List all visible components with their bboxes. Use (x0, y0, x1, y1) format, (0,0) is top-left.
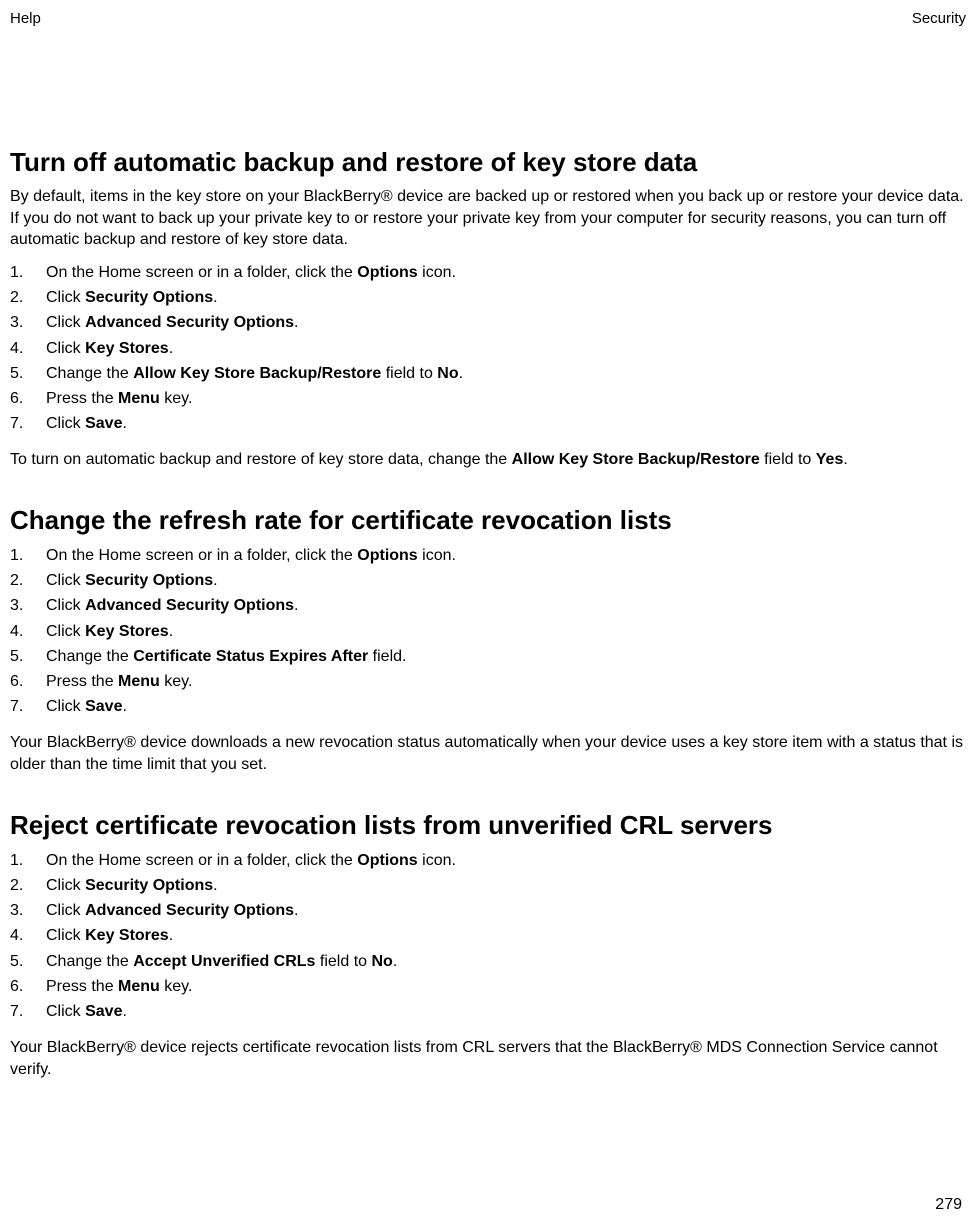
list-item: Click Advanced Security Options. (10, 594, 966, 617)
section-outro: Your BlackBerry® device downloads a new … (10, 732, 966, 775)
section-outro: Your BlackBerry® device rejects certific… (10, 1037, 966, 1080)
list-item: Click Key Stores. (10, 924, 966, 947)
bold-text: Security Options (85, 572, 213, 589)
steps-list: On the Home screen or in a folder, click… (10, 849, 966, 1023)
list-item: On the Home screen or in a folder, click… (10, 261, 966, 284)
bold-text: Allow Key Store Backup/Restore (512, 451, 760, 468)
list-item: Click Save. (10, 1000, 966, 1023)
section-block: Reject certificate revocation lists from… (10, 810, 966, 1081)
list-item: Click Security Options. (10, 286, 966, 309)
bold-text: Key Stores (85, 623, 169, 640)
bold-text: Menu (118, 673, 160, 690)
bold-text: Security Options (85, 289, 213, 306)
bold-text: Options (357, 547, 417, 564)
header-left: Help (10, 10, 41, 27)
bold-text: Advanced Security Options (85, 597, 294, 614)
list-item: Click Save. (10, 695, 966, 718)
list-item: On the Home screen or in a folder, click… (10, 544, 966, 567)
bold-text: Save (85, 415, 122, 432)
section-intro: By default, items in the key store on yo… (10, 186, 966, 251)
bold-text: Allow Key Store Backup/Restore (133, 365, 381, 382)
bold-text: Advanced Security Options (85, 314, 294, 331)
steps-list: On the Home screen or in a folder, click… (10, 261, 966, 435)
list-item: Change the Allow Key Store Backup/Restor… (10, 362, 966, 385)
list-item: On the Home screen or in a folder, click… (10, 849, 966, 872)
list-item: Press the Menu key. (10, 975, 966, 998)
section-title: Turn off automatic backup and restore of… (10, 147, 966, 178)
bold-text: Advanced Security Options (85, 902, 294, 919)
header-right: Security (912, 10, 966, 27)
bold-text: Key Stores (85, 340, 169, 357)
section-title: Change the refresh rate for certificate … (10, 505, 966, 536)
section-block: Change the refresh rate for certificate … (10, 505, 966, 776)
steps-list: On the Home screen or in a folder, click… (10, 544, 966, 718)
list-item: Click Advanced Security Options. (10, 311, 966, 334)
bold-text: Security Options (85, 877, 213, 894)
list-item: Click Security Options. (10, 569, 966, 592)
list-item: Press the Menu key. (10, 670, 966, 693)
bold-text: Key Stores (85, 927, 169, 944)
list-item: Click Advanced Security Options. (10, 899, 966, 922)
bold-text: Menu (118, 390, 160, 407)
list-item: Click Key Stores. (10, 337, 966, 360)
list-item: Click Key Stores. (10, 620, 966, 643)
section-title: Reject certificate revocation lists from… (10, 810, 966, 841)
content-sections: Turn off automatic backup and restore of… (10, 147, 966, 1080)
bold-text: No (371, 953, 392, 970)
bold-text: Accept Unverified CRLs (133, 953, 315, 970)
bold-text: Options (357, 264, 417, 281)
bold-text: Save (85, 698, 122, 715)
list-item: Press the Menu key. (10, 387, 966, 410)
bold-text: No (437, 365, 458, 382)
section-outro: To turn on automatic backup and restore … (10, 449, 966, 471)
bold-text: Options (357, 852, 417, 869)
bold-text: Yes (816, 451, 844, 468)
page-number: 279 (935, 1196, 962, 1214)
bold-text: Certificate Status Expires After (133, 648, 368, 665)
section-block: Turn off automatic backup and restore of… (10, 147, 966, 471)
list-item: Change the Certificate Status Expires Af… (10, 645, 966, 668)
page-header: Help Security (10, 10, 966, 27)
bold-text: Save (85, 1003, 122, 1020)
list-item: Click Security Options. (10, 874, 966, 897)
list-item: Change the Accept Unverified CRLs field … (10, 950, 966, 973)
bold-text: Menu (118, 978, 160, 995)
list-item: Click Save. (10, 412, 966, 435)
